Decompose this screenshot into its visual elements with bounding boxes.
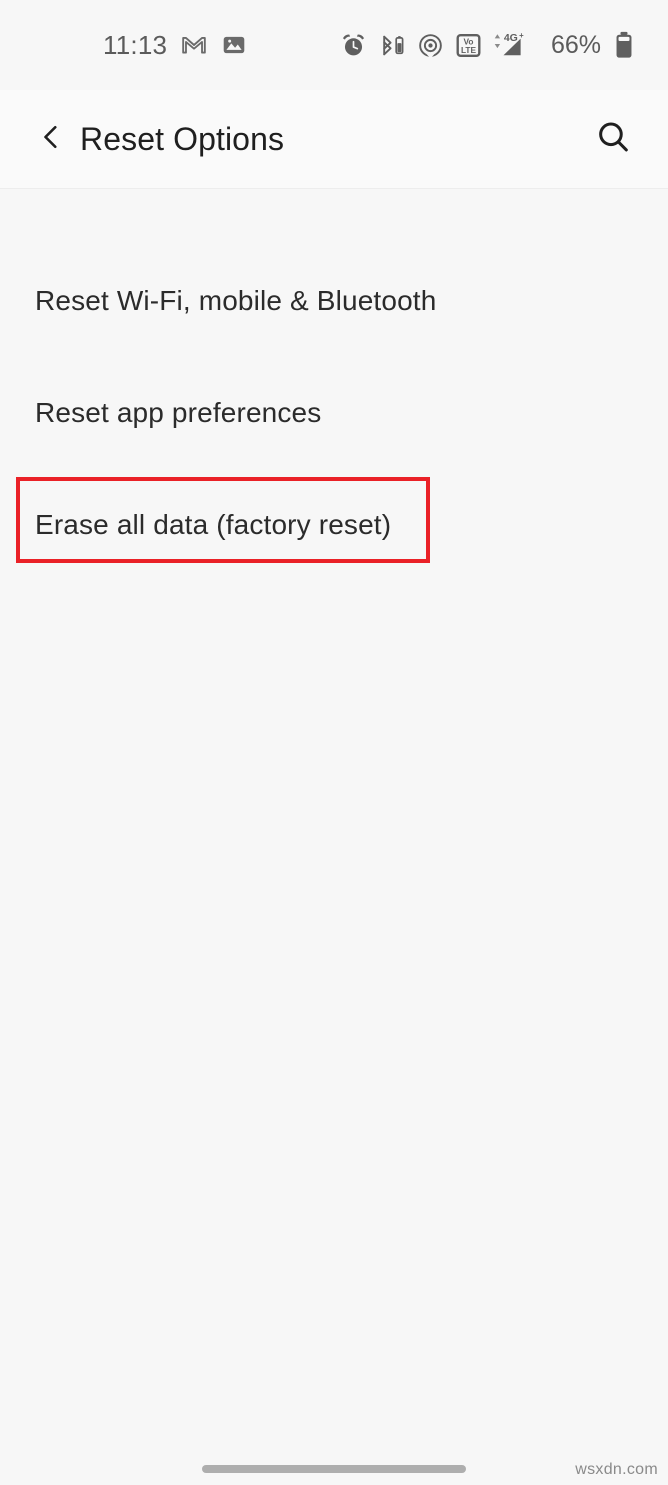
home-gesture-indicator[interactable] <box>202 1465 466 1473</box>
signal-4gplus-icon: 4G + <box>493 30 537 60</box>
phone-screen: 11:13 Vo LTE 4G + 66% Reset Options Rese… <box>0 0 668 1485</box>
list-item-reset-app-preferences[interactable]: Reset app preferences <box>0 357 668 469</box>
svg-text:4G: 4G <box>504 32 518 44</box>
chevron-left-icon <box>36 122 66 152</box>
list-item-label: Reset app preferences <box>35 397 322 428</box>
bluetooth-battery-icon <box>378 32 406 59</box>
list-item-label: Reset Wi-Fi, mobile & Bluetooth <box>35 285 437 316</box>
app-bar: Reset Options <box>0 90 668 189</box>
list-item-erase-all-data[interactable]: Erase all data (factory reset) <box>0 469 668 581</box>
gmail-icon <box>181 32 207 58</box>
volte-bottom-text: LTE <box>461 44 477 54</box>
watermark: wsxdn.com <box>575 1461 658 1478</box>
volte-icon: Vo LTE <box>455 32 482 59</box>
list-item-reset-network[interactable]: Reset Wi-Fi, mobile & Bluetooth <box>0 245 668 357</box>
status-bar: 11:13 Vo LTE 4G + 66% <box>0 0 668 90</box>
battery-percent-label: 66% <box>550 30 601 59</box>
status-bar-clock: 11:13 <box>103 30 168 60</box>
gallery-icon <box>221 32 247 58</box>
list-item-label: Erase all data (factory reset) <box>35 509 392 540</box>
svg-text:+: + <box>519 31 524 40</box>
hotspot-icon <box>417 32 444 59</box>
page-title: Reset Options <box>80 120 285 157</box>
search-icon <box>594 118 632 156</box>
search-button[interactable] <box>585 109 641 165</box>
back-button[interactable] <box>22 108 80 166</box>
reset-options-list: Reset Wi-Fi, mobile & Bluetooth Reset ap… <box>0 190 668 581</box>
status-bar-right-group: Vo LTE 4G + 66% <box>340 0 635 90</box>
alarm-clock-icon <box>340 32 367 59</box>
battery-icon <box>613 31 635 59</box>
status-bar-left-group: 11:13 <box>103 0 247 90</box>
